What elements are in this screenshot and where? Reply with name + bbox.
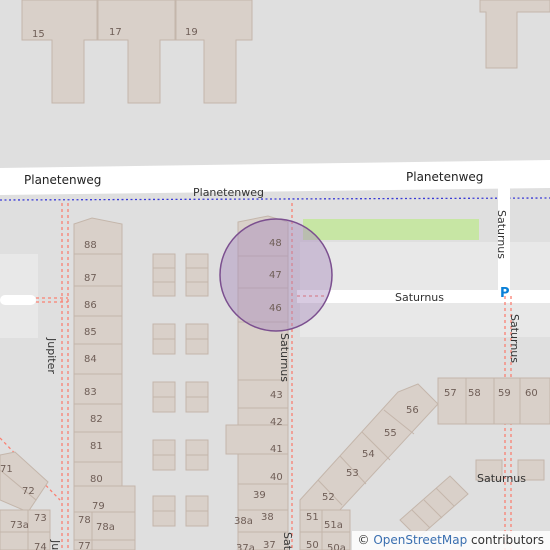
street-label-saturnus: Saturnus (477, 472, 526, 485)
house-number: 58 (468, 388, 481, 399)
house-number: 72 (22, 486, 35, 497)
house-number: 60 (525, 388, 538, 399)
house-number: 78a (96, 522, 115, 533)
street-label-planetenweg: Planetenweg (24, 173, 101, 187)
house-number: 88 (84, 240, 97, 251)
house-number: 47 (269, 270, 282, 281)
house-number: 38 (261, 512, 274, 523)
house-number: 73a (10, 520, 29, 531)
street-label-planetenweg-path: Planetenweg (193, 186, 264, 199)
house-number: 71 (0, 464, 13, 475)
house-number: 73 (34, 513, 47, 524)
house-number: 41 (270, 444, 283, 455)
map-attribution: © OpenStreetMap contributors (351, 531, 550, 550)
house-number: 53 (346, 468, 359, 479)
house-number: 39 (253, 490, 266, 501)
house-number: 46 (269, 303, 282, 314)
house-number: 83 (84, 387, 97, 398)
house-number: 77 (78, 541, 91, 550)
street-label-jupiter: Ju (49, 539, 62, 550)
house-number: 85 (84, 327, 97, 338)
street-label-planetenweg: Planetenweg (406, 170, 483, 184)
attribution-prefix: © (357, 533, 374, 547)
house-number: 17 (109, 27, 122, 38)
house-number: 38a (234, 516, 253, 527)
house-number: 86 (84, 300, 97, 311)
parking-icon: P (500, 286, 510, 301)
house-number: 80 (90, 474, 103, 485)
attribution-suffix: contributors (467, 533, 544, 547)
road-cul-de-sac-lane (0, 295, 36, 305)
house-number: 81 (90, 441, 103, 452)
house-number: 78 (78, 515, 91, 526)
house-number: 79 (92, 501, 105, 512)
house-number: 50a (327, 543, 346, 550)
sheds (152, 253, 209, 527)
building-block-top (21, 0, 550, 104)
map-view[interactable]: 15 17 19 88 87 86 85 84 83 82 81 80 79 7… (0, 0, 550, 550)
house-number: 40 (270, 472, 283, 483)
house-number: 43 (270, 390, 283, 401)
house-number: 55 (384, 428, 397, 439)
house-number: 50 (306, 540, 319, 550)
house-number: 74 (34, 542, 47, 550)
house-number: 48 (269, 238, 282, 249)
street-label-jupiter: Jupiter (45, 337, 58, 374)
house-number: 82 (90, 414, 103, 425)
house-number: 87 (84, 273, 97, 284)
attribution-link[interactable]: OpenStreetMap (373, 533, 467, 547)
house-number: 19 (185, 27, 198, 38)
street-label-saturnus: Saturnus (278, 333, 291, 382)
house-number: 51a (324, 520, 343, 531)
house-number: 54 (362, 449, 375, 460)
house-number: 37a (236, 543, 255, 550)
house-number: 56 (406, 405, 419, 416)
house-number: 15 (32, 29, 45, 40)
boundary-line (0, 197, 550, 201)
house-number: 84 (84, 354, 97, 365)
street-label-saturnus: Saturnus (395, 291, 444, 304)
street-label-saturnus: Sat (281, 532, 294, 550)
house-number: 42 (270, 417, 283, 428)
grass-area (303, 219, 479, 240)
house-number: 51 (306, 512, 319, 523)
street-label-saturnus: Saturnus (495, 210, 508, 259)
house-number: 59 (498, 388, 511, 399)
map-canvas: 15 17 19 88 87 86 85 84 83 82 81 80 79 7… (0, 0, 550, 550)
house-number: 57 (444, 388, 457, 399)
house-number: 37 (263, 540, 276, 550)
house-number: 52 (322, 492, 335, 503)
street-label-saturnus: Saturnus (508, 314, 521, 363)
